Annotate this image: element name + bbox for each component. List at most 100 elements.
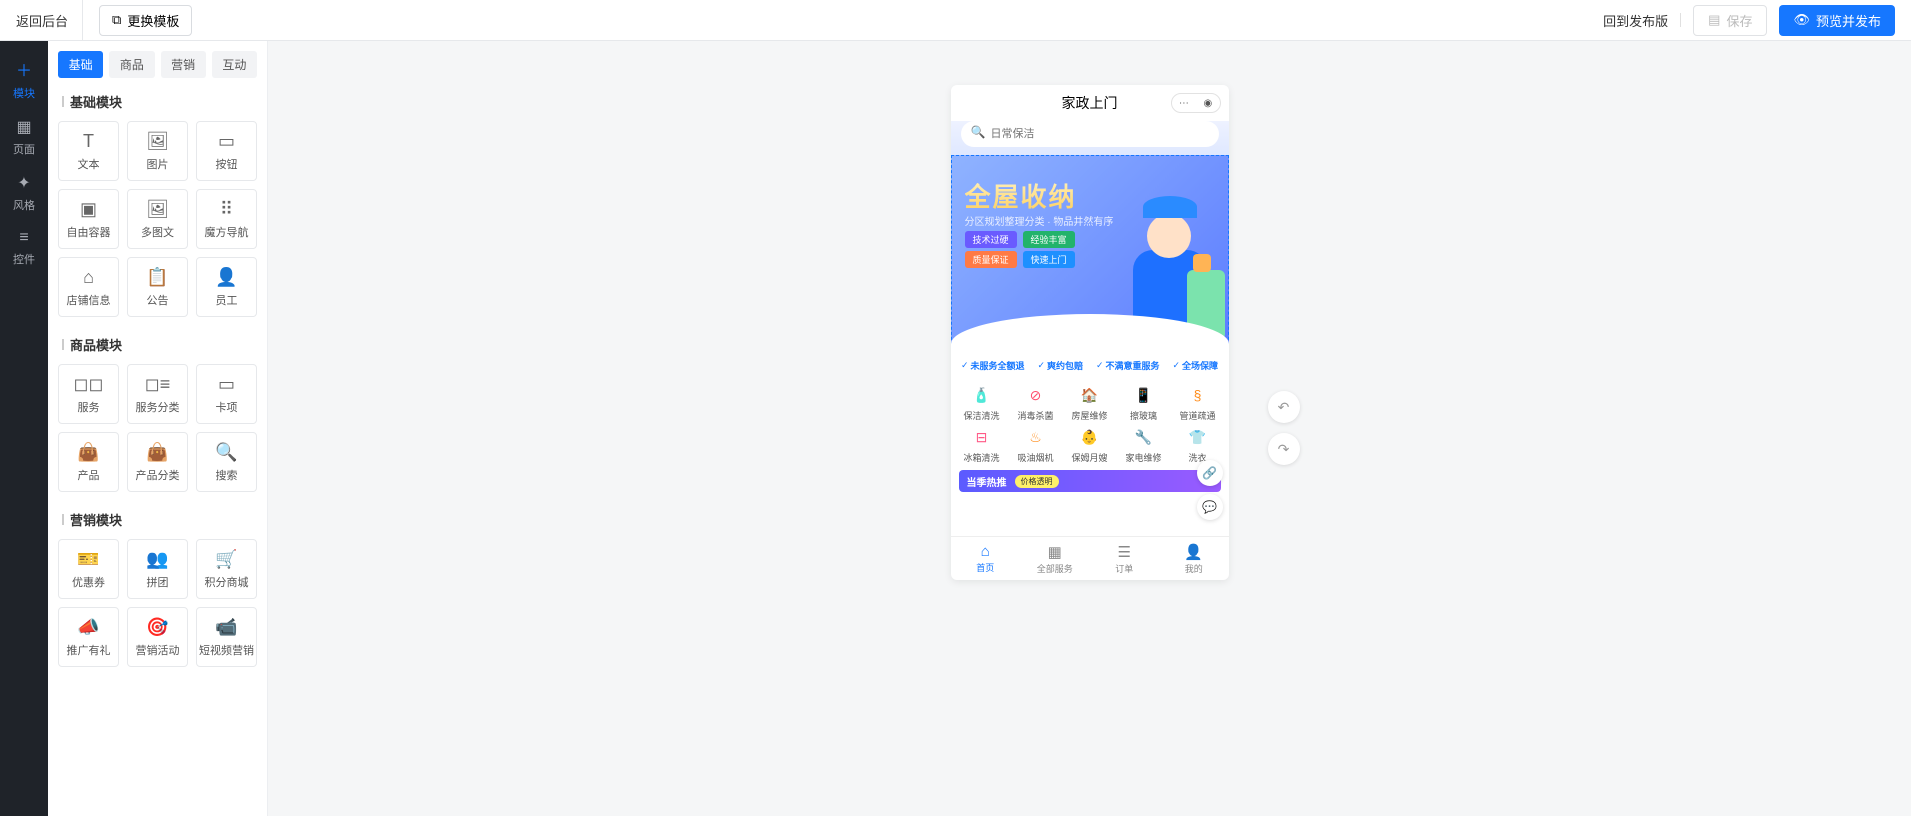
service-label: 保姆月嫂 xyxy=(1071,451,1107,464)
tab-label: 全部服务 xyxy=(1037,562,1073,575)
module-marketing-card[interactable]: 🎯 营销活动 xyxy=(127,607,188,667)
module-basic-icon: 🖼 xyxy=(146,131,169,152)
module-label: 产品 xyxy=(78,467,100,483)
service-item[interactable]: 👕洗衣 xyxy=(1173,426,1223,464)
module-basic-card[interactable]: ▭按钮 xyxy=(196,121,257,181)
module-goods-card[interactable]: 👜产品 xyxy=(58,432,119,492)
service-label: 管道疏通 xyxy=(1179,409,1215,422)
module-goods-card[interactable]: 👜产品分类 xyxy=(127,432,188,492)
module-basic-card[interactable]: 📋 公告 xyxy=(127,257,188,317)
top-header: 返回后台 ⧉ 更换模板 回到发布版 ▤ 保存 👁 预览并发布 xyxy=(0,0,1911,41)
module-label: 营销活动 xyxy=(136,642,180,658)
module-basic-icon: 👤 xyxy=(215,267,237,288)
module-goods-card[interactable]: ▭卡项 xyxy=(196,364,257,424)
phone-titlebar: 家政上门 ⋯ ◉ xyxy=(951,85,1229,121)
service-item[interactable]: 🧴保洁清洗 xyxy=(957,384,1007,422)
back-link[interactable]: 返回后台 xyxy=(16,0,83,40)
module-goods-card[interactable]: 🔍搜索 xyxy=(196,432,257,492)
widget-icon: ≡ xyxy=(0,229,48,247)
service-item[interactable]: 📱擦玻璃 xyxy=(1119,384,1169,422)
tab-home[interactable]: ⌂ 首页 xyxy=(951,537,1021,580)
module-label: 店铺信息 xyxy=(67,292,111,308)
tab-goods[interactable]: 商品 xyxy=(109,51,154,78)
module-basic-card[interactable]: 👤员工 xyxy=(196,257,257,317)
service-item[interactable]: ♨吸油烟机 xyxy=(1011,426,1061,464)
tab-basic[interactable]: 基础 xyxy=(58,51,103,78)
service-icon: ⊘ xyxy=(1025,384,1047,406)
page-icon: ▦ xyxy=(0,117,48,137)
redo-button[interactable]: ↷ xyxy=(1268,433,1300,465)
back-to-release-link[interactable]: 回到发布版 xyxy=(1603,11,1668,30)
module-marketing-card[interactable]: 🎫优惠券 xyxy=(58,539,119,599)
module-basic-icon: 🖼 xyxy=(146,199,169,220)
module-basic-card[interactable]: T文本 xyxy=(58,121,119,181)
tab-mine[interactable]: 👤 我的 xyxy=(1159,537,1229,580)
module-label: 多图文 xyxy=(141,224,174,240)
module-label: 拼团 xyxy=(147,574,169,590)
chat-icon[interactable]: 💬 xyxy=(1197,494,1223,520)
module-tabs: 基础 商品 营销 互动 xyxy=(58,51,257,78)
tab-orders[interactable]: ☰ 订单 xyxy=(1090,537,1160,580)
service-item[interactable]: 🏠 房屋维修 xyxy=(1065,384,1115,422)
home-icon: ⌂ xyxy=(981,543,990,560)
service-icon: 📱 xyxy=(1133,384,1155,406)
module-basic-card[interactable]: 🖼图片 xyxy=(127,121,188,181)
save-button[interactable]: ▤ 保存 xyxy=(1693,5,1767,36)
search-input[interactable] xyxy=(961,121,1219,147)
link-icon[interactable]: 🔗 xyxy=(1197,460,1223,486)
app-title: 家政上门 xyxy=(1062,93,1118,113)
service-icon: 👕 xyxy=(1187,426,1209,448)
service-item[interactable]: § 管道疏通 xyxy=(1173,384,1223,422)
wechat-capsule[interactable]: ⋯ ◉ xyxy=(1171,93,1221,113)
service-item[interactable]: ⊘消毒杀菌 xyxy=(1011,384,1061,422)
module-marketing-card[interactable]: 👥拼团 xyxy=(127,539,188,599)
guarantee-row: ✓ 未服务全额退 ✓ 爽约包赔 ✓ 不满意重服务 ✓ 全场保障 xyxy=(951,353,1229,378)
module-basic-card[interactable]: 🖼 多图文 xyxy=(127,189,188,249)
rail-page[interactable]: ▦ 页面 xyxy=(0,109,48,165)
change-template-button[interactable]: ⧉ 更换模板 xyxy=(99,5,192,36)
module-basic-card[interactable]: ⌂店铺信息 xyxy=(58,257,119,317)
divider xyxy=(1680,13,1681,27)
module-marketing-card[interactable]: 🛒 积分商城 xyxy=(196,539,257,599)
module-label: 服务分类 xyxy=(136,399,180,415)
banner-subtitle: 分区规划整理分类 · 物品井然有序 xyxy=(965,213,1114,228)
service-item[interactable]: ⊟冰箱清洗 xyxy=(957,426,1007,464)
rail-widget[interactable]: ≡ 控件 xyxy=(0,221,48,275)
rail-style[interactable]: ✦ 风格 xyxy=(0,165,48,221)
module-label: 搜索 xyxy=(216,467,238,483)
service-item[interactable]: 🔧家电维修 xyxy=(1119,426,1169,464)
service-label: 房屋维修 xyxy=(1071,409,1107,422)
service-icon: 🏠 xyxy=(1079,384,1101,406)
module-goods-card[interactable]: ◻≡ 服务分类 xyxy=(127,364,188,424)
module-basic-card[interactable]: ▣自由容器 xyxy=(58,189,119,249)
hero-banner[interactable]: 全屋收纳 分区规划整理分类 · 物品井然有序 技术过硬 经验丰富 质量保证 快速… xyxy=(951,155,1229,353)
module-marketing-card[interactable]: 📹短视频营销 xyxy=(196,607,257,667)
tab-interact[interactable]: 互动 xyxy=(212,51,257,78)
module-basic-icon: 📋 xyxy=(146,267,168,288)
bottom-tabbar: ⌂ 首页 ▦ 全部服务 ☰ 订单 👤 我的 xyxy=(951,536,1229,580)
service-icon: 👶 xyxy=(1079,426,1101,448)
module-marketing-icon: 🎫 xyxy=(77,549,99,570)
module-label: 推广有礼 xyxy=(67,642,111,658)
module-goods-icon: ◻≡ xyxy=(145,374,170,395)
module-label: 公告 xyxy=(147,292,169,308)
promo-bar[interactable]: 当季热推 价格透明 xyxy=(959,470,1221,492)
tab-all-services[interactable]: ▦ 全部服务 xyxy=(1020,537,1090,580)
tab-label: 订单 xyxy=(1115,562,1133,575)
service-icon: § xyxy=(1187,384,1209,406)
service-label: 保洁清洗 xyxy=(963,409,999,422)
tab-marketing[interactable]: 营销 xyxy=(161,51,206,78)
module-basic-card[interactable]: ⠿魔方导航 xyxy=(196,189,257,249)
module-marketing-card[interactable]: 📣推广有礼 xyxy=(58,607,119,667)
module-label: 积分商城 xyxy=(205,574,249,590)
undo-button[interactable]: ↶ xyxy=(1268,391,1300,423)
service-item[interactable]: 👶 保姆月嫂 xyxy=(1065,426,1115,464)
rail-module[interactable]: ＋ 模块 xyxy=(0,49,48,109)
module-label: 自由容器 xyxy=(67,224,111,240)
module-goods-card[interactable]: ◻◻服务 xyxy=(58,364,119,424)
module-marketing-icon: 🛒 xyxy=(215,549,237,570)
module-marketing-icon: 🎯 xyxy=(146,617,168,638)
module-goods-icon: 👜 xyxy=(146,442,168,463)
preview-publish-button[interactable]: 👁 预览并发布 xyxy=(1779,5,1895,36)
rail-label: 模块 xyxy=(13,88,35,100)
